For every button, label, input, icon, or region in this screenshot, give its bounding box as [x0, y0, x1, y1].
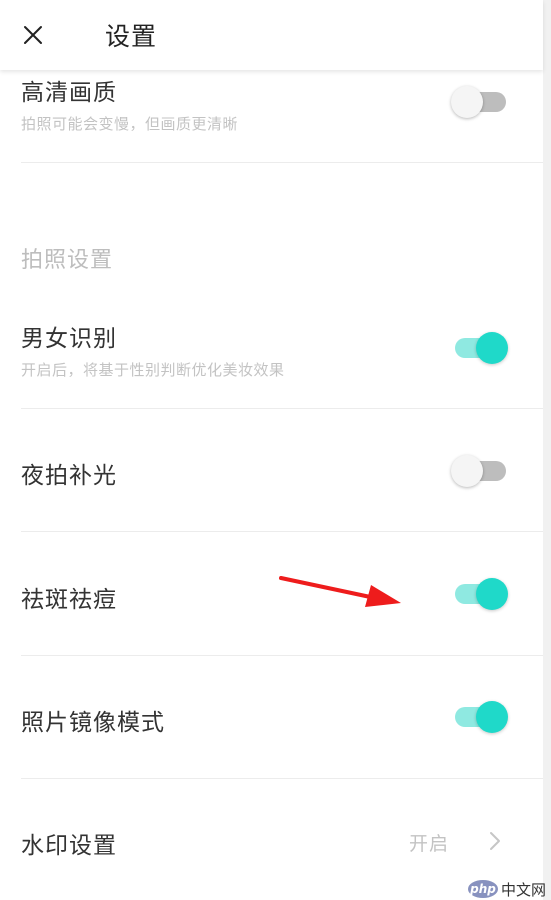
divider	[21, 778, 543, 779]
divider	[21, 162, 543, 163]
setting-blemish-removal-title: 祛斑祛痘	[21, 587, 117, 613]
scrollbar[interactable]	[543, 0, 551, 900]
divider	[21, 655, 543, 656]
setting-mirror-mode-title: 照片镜像模式	[21, 710, 165, 736]
toggle-knob	[476, 701, 508, 733]
site-watermark: php 中文网	[468, 878, 551, 900]
setting-night-fill-light-title: 夜拍补光	[21, 463, 117, 489]
watermark-text: 中文网	[501, 881, 547, 899]
night-fill-light-toggle[interactable]	[451, 453, 511, 489]
blemish-removal-toggle[interactable]	[452, 576, 512, 612]
toggle-knob	[476, 578, 508, 610]
gender-detect-toggle[interactable]	[452, 330, 512, 366]
divider	[21, 531, 543, 532]
section-title-photo-settings: 拍照设置	[21, 248, 114, 273]
setting-hd-quality-title: 高清画质	[21, 80, 117, 106]
setting-hd-quality-subtitle: 拍照可能会变慢，但画质更清晰	[21, 115, 239, 133]
mirror-mode-toggle[interactable]	[452, 699, 512, 735]
page-title: 设置	[105, 22, 158, 51]
toggle-knob	[451, 455, 483, 487]
divider	[21, 408, 543, 409]
hd-quality-toggle[interactable]	[451, 84, 511, 120]
close-button[interactable]	[16, 18, 50, 52]
toggle-knob	[451, 86, 483, 118]
top-bar: 设置	[0, 0, 543, 70]
setting-watermark-value: 开启	[409, 833, 450, 855]
toggle-knob	[476, 332, 508, 364]
chevron-right-icon[interactable]	[488, 830, 502, 852]
setting-gender-detect-subtitle: 开启后，将基于性别判断优化美妆效果	[21, 361, 285, 379]
setting-gender-detect-title: 男女识别	[21, 326, 117, 352]
php-logo-badge: php	[468, 880, 498, 898]
settings-list: 高清画质 拍照可能会变慢，但画质更清晰 拍照设置 男女识别 开启后，将基于性别判…	[0, 0, 543, 900]
setting-watermark-title: 水印设置	[21, 833, 117, 859]
annotation-arrow-icon	[275, 570, 410, 615]
close-icon	[16, 18, 50, 52]
settings-screen: 高清画质 拍照可能会变慢，但画质更清晰 拍照设置 男女识别 开启后，将基于性别判…	[0, 0, 551, 900]
